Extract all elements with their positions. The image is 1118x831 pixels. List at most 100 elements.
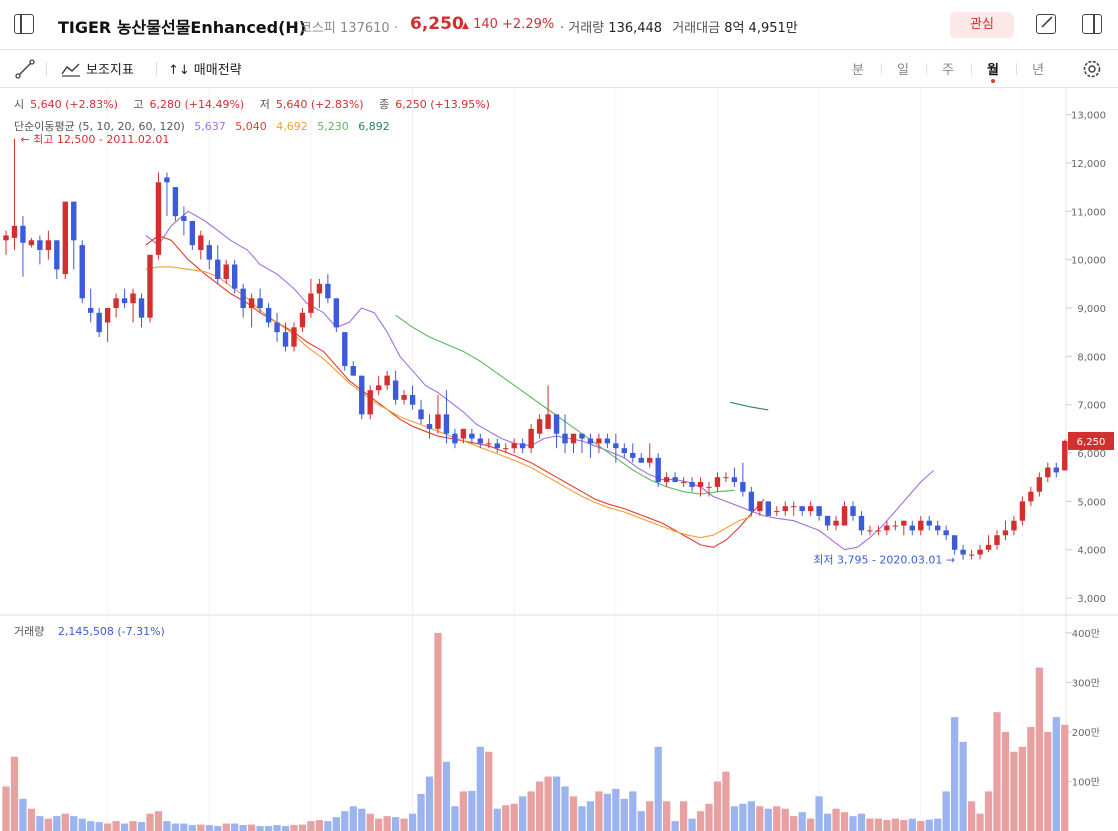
volume-bar [459,791,468,831]
volume-bar [332,817,340,831]
candle-body [274,322,280,333]
current-price: 6,250 [410,14,464,34]
low-label: 저 [259,98,270,111]
candle-body [977,549,983,555]
volume-bar [188,825,196,831]
volume-bar [696,811,705,831]
period-tab-minute[interactable]: 분 [852,59,864,78]
high-label: 고 [133,98,144,111]
candle-body [562,433,568,444]
volume-bar [510,803,518,831]
volume-bar [561,786,569,831]
stock-title: TIGER 농산물선물Enhanced(H) [58,18,307,37]
separator-dot: · [393,21,398,36]
volume-bar [595,791,603,831]
candle-body [401,395,407,400]
period-tab-day[interactable]: 일 [897,59,909,78]
toolbar-divider [156,62,157,76]
volume-bar [366,813,374,831]
indicator-icon [61,63,80,77]
candle-body [257,298,263,308]
candle-body [138,298,145,318]
candle-body [477,438,484,444]
volume-bar [78,818,86,831]
favorite-button[interactable]: 관심 [950,12,1014,38]
candle-body [316,283,323,294]
candle-body [443,414,450,434]
candle-body [706,486,712,488]
candle-body [54,240,60,270]
volume-bar [756,806,764,831]
volume-bar [790,816,798,831]
chart-toolbar: 보조지표 ↑↓ 매매전략 분 일 주 월 년 [0,50,1118,88]
candle-body [206,245,212,260]
indicator-button[interactable]: 보조지표 [60,59,134,78]
candle-body [486,443,492,445]
candle-body [1053,467,1059,473]
volume-bar [527,791,535,831]
volume-bar [713,781,722,831]
volume-tick-label: 100만 [1072,776,1100,788]
price-chart[interactable]: 13,000 12,000 11,000 10,000 9,000 8,000 7,000 6… [0,88,1118,831]
ma20-line [145,266,752,539]
candle-body [28,240,35,246]
candle-body [342,332,348,367]
candle-body [418,409,424,420]
volume-bar [341,811,349,831]
volume-label: 거래량 [568,21,605,36]
price-tick-label: 7,000 [1077,401,1106,412]
volume-bar [1018,746,1027,831]
side-panel-icon[interactable] [1082,14,1102,34]
change-arrow-icon: ▲ [462,21,469,31]
volume-bar [832,808,840,831]
ohlc-legend: 시 5,640 (+2.83%) 고 6,280 (+14.49%) 저 5,640 … [14,96,496,112]
candle-body [155,182,162,255]
volume-bar [163,821,171,831]
volume-bar [112,821,120,831]
volume-bar [273,825,281,831]
period-tab-month[interactable]: 월 [987,59,999,83]
ma10-line [145,234,765,548]
volume-bar [298,824,307,831]
edit-icon[interactable] [1036,14,1056,34]
candle-body [121,298,128,304]
volume-bar [815,796,823,831]
candle-body [613,443,619,449]
period-tab-year[interactable]: 년 [1032,59,1044,78]
price-axis: 13,000 12,000 11,000 10,000 9,000 8,000 7,000 6… [1066,111,1106,605]
drawing-tool-icon[interactable] [15,59,35,79]
volume-bar [679,801,688,831]
candle-body [757,501,763,512]
volume-bar [747,801,755,831]
candle-body [553,414,560,434]
candle-body [579,433,585,439]
candle-body [689,482,695,487]
candle-body [638,457,644,463]
settings-gear-icon[interactable] [1081,58,1103,80]
volume-bar [603,793,612,831]
moving-average-lines [145,210,934,551]
strategy-button[interactable]: ↑↓ 매매전략 [168,59,242,78]
volume-bar [1044,731,1052,831]
volume-bar [290,825,298,831]
sidebar-toggle-icon[interactable] [14,14,34,34]
candle-body [172,187,179,217]
ma-label: 단순이동평균 (5, 10, 20, 60, 120) [14,120,185,133]
volume-bar [1035,667,1043,831]
candle-body [867,530,873,532]
candle-body [884,525,890,531]
period-tab-week[interactable]: 주 [942,59,954,78]
volume-bar [773,806,781,831]
candle-body [282,332,289,347]
candle-body [248,298,255,308]
price-tick-label: 3,000 [1077,594,1106,605]
ma-legend[interactable]: 단순이동평균 (5, 10, 20, 60, 120) 5,637 5,040 … [14,118,396,134]
price-tick-label: 5,000 [1077,497,1106,508]
volume-bar [976,813,984,831]
candle-body [680,482,687,484]
candle-body [189,220,196,246]
stock-code: 137610 [340,21,390,36]
volume-bar [535,781,544,831]
volume-bar [1052,717,1060,831]
candle-body [37,240,43,250]
